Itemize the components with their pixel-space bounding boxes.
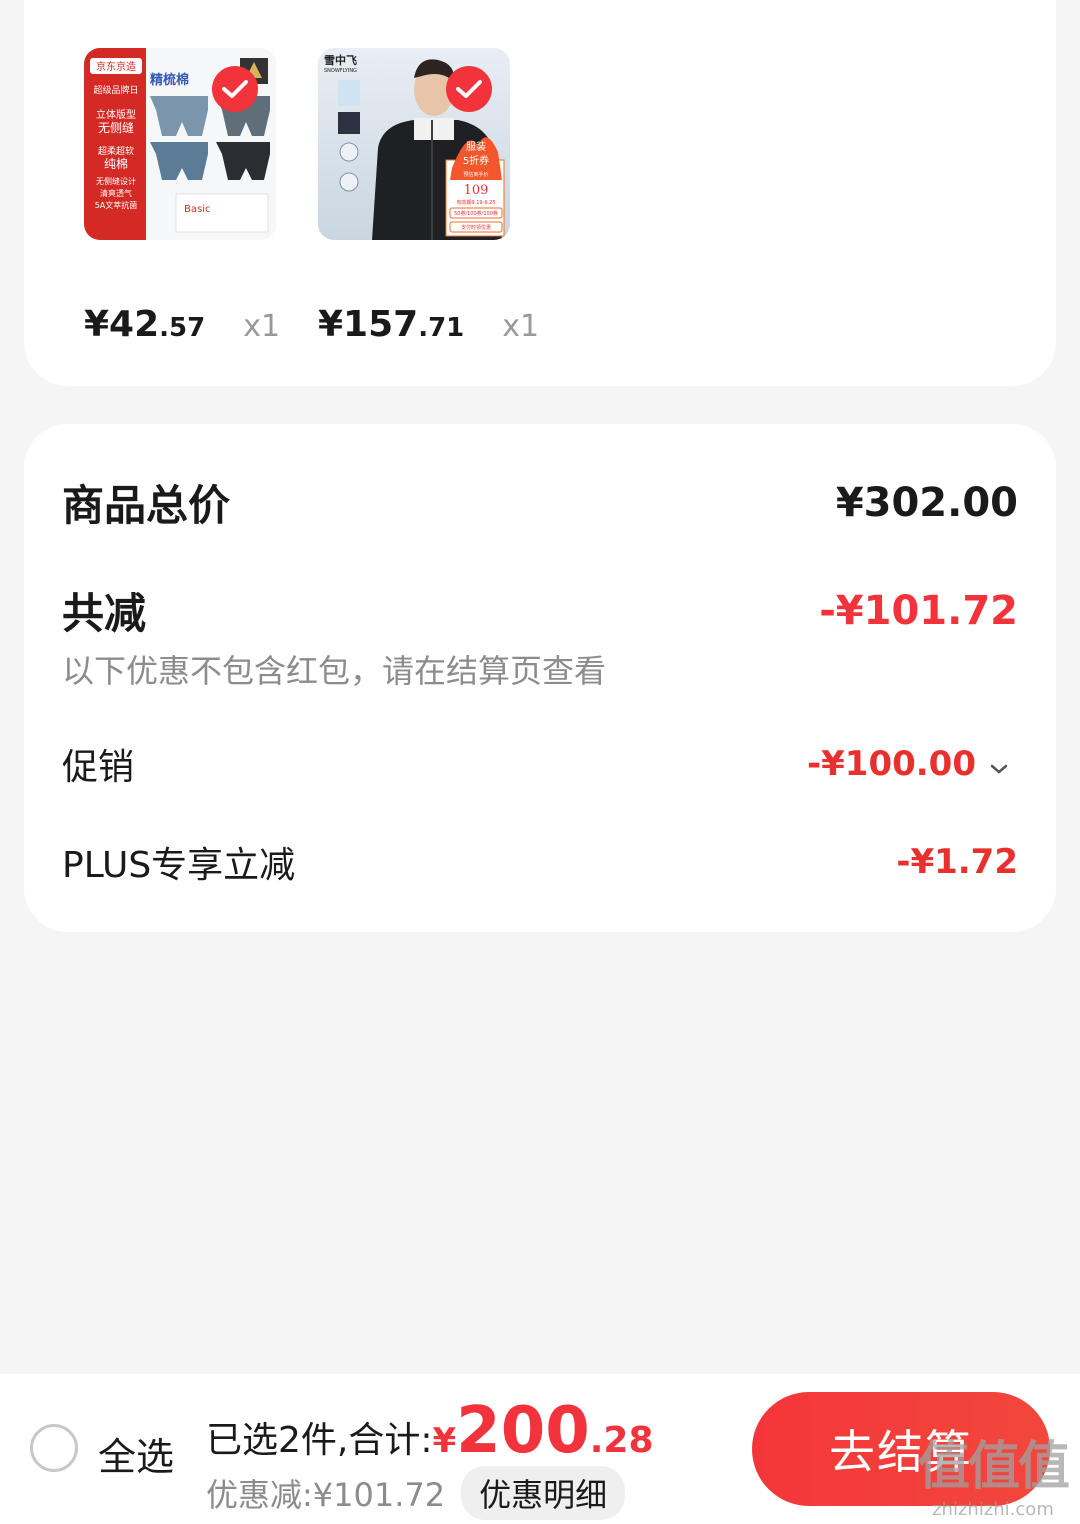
svg-text:精梳棉: 精梳棉 (150, 72, 189, 88)
product-price-integer: ¥157 (318, 304, 419, 345)
svg-text:超级品牌日: 超级品牌日 (93, 84, 138, 96)
svg-text:Basic: Basic (184, 204, 210, 215)
discount-line: 优惠减:¥101.72 优惠明细 (206, 1466, 626, 1520)
discount-amount: 优惠减:¥101.72 (206, 1476, 446, 1514)
product-quantity: x1 (243, 309, 281, 344)
svg-text:立体版型: 立体版型 (96, 108, 136, 121)
promotion-value: -¥100.00 (807, 744, 976, 784)
total-price-label: 商品总价 (62, 481, 231, 530)
select-all-label[interactable]: 全选 (98, 1426, 174, 1481)
svg-text:服装: 服装 (466, 140, 486, 153)
checkout-bar: 全选 已选2件,合计: ¥ 200 .28 优惠减:¥101.72 优惠明细 去… (0, 1374, 1080, 1524)
total-price-value: ¥302.00 (835, 479, 1018, 526)
svg-text:支付时领优惠: 支付时领优惠 (461, 224, 491, 231)
plus-discount-label: PLUS专享立减 (62, 845, 296, 886)
discount-note: 以下优惠不包含红包，请在结算页查看 (62, 652, 607, 690)
total-decimal: .28 (589, 1420, 654, 1461)
product-quantity: x1 (502, 309, 540, 344)
svg-text:50券/100券/100券: 50券/100券/100券 (454, 210, 498, 217)
total-discount-value: -¥101.72 (819, 587, 1018, 634)
svg-text:雪中飞: 雪中飞 (324, 53, 357, 67)
svg-text:5折券: 5折券 (463, 154, 489, 167)
svg-text:清爽透气: 清爽透气 (100, 188, 132, 198)
total-price-row: 商品总价 ¥302.00 (62, 472, 1018, 533)
product-item[interactable]: 雪中飞 SNOWFLYING 服装 5折券 预估到手价 109 有效期9.19-… (318, 48, 539, 345)
svg-text:预估到手价: 预估到手价 (463, 171, 488, 178)
price-summary-card: 商品总价 ¥302.00 共减 -¥101.72 以下优惠不包含红包，请在结算页… (24, 424, 1056, 932)
product-price-decimal: .71 (418, 313, 465, 343)
promotion-row[interactable]: 促销 -¥100.00 (62, 738, 1012, 790)
promotion-label: 促销 (62, 747, 135, 788)
total-line: 已选2件,合计: ¥ 200 .28 (206, 1394, 654, 1468)
plus-discount-value: -¥1.72 (896, 842, 1018, 882)
brand-text: 京东京造 (96, 60, 136, 73)
svg-text:无侧缝设计: 无侧缝设计 (96, 176, 136, 186)
selected-check-icon[interactable] (446, 66, 492, 112)
total-integer: 200 (456, 1394, 590, 1468)
svg-text:有效期9.19-9.25: 有效期9.19-9.25 (456, 199, 495, 206)
selected-products-card: 京东京造 超级品牌日 立体版型 无侧缝 超柔超软 纯棉 无侧缝设计 清爽透气 5… (24, 0, 1056, 386)
svg-text:SNOWFLYING: SNOWFLYING (324, 68, 357, 74)
svg-text:超柔超软: 超柔超软 (98, 145, 134, 157)
product-item[interactable]: 京东京造 超级品牌日 立体版型 无侧缝 超柔超软 纯棉 无侧缝设计 清爽透气 5… (84, 48, 280, 345)
watermark-logo: 值值值 zhizhizhi.com (917, 1424, 1070, 1520)
select-all-radio[interactable] (30, 1424, 78, 1472)
cart-page: 京东京造 超级品牌日 立体版型 无侧缝 超柔超软 纯棉 无侧缝设计 清爽透气 5… (0, 0, 1080, 1524)
svg-text:5A文萃抗菌: 5A文萃抗菌 (95, 200, 138, 210)
product-price-integer: ¥42 (84, 304, 160, 345)
total-discount-row: 共减 -¥101.72 (62, 580, 1018, 641)
promotion-value-wrap[interactable]: -¥100.00 (807, 744, 1012, 784)
chevron-down-icon[interactable] (986, 751, 1012, 777)
discount-detail-button[interactable]: 优惠明细 (461, 1466, 626, 1520)
watermark-text: 值值值 (917, 1437, 1070, 1497)
product-price-row: ¥42 .57 x1 (84, 304, 304, 345)
selected-count-label: 已选2件,合计: (206, 1420, 433, 1461)
product-price-row: ¥157 .71 x1 (318, 304, 540, 345)
selected-check-icon[interactable] (212, 66, 258, 112)
product-thumbnail[interactable]: 雪中飞 SNOWFLYING 服装 5折券 预估到手价 109 有效期9.19-… (318, 48, 510, 240)
svg-text:109: 109 (464, 183, 489, 198)
total-discount-label: 共减 (62, 589, 147, 638)
product-thumbnail[interactable]: 京东京造 超级品牌日 立体版型 无侧缝 超柔超软 纯棉 无侧缝设计 清爽透气 5… (84, 48, 276, 240)
plus-discount-row: PLUS专享立减 -¥1.72 (62, 836, 1018, 888)
watermark-url: zhizhizhi.com (932, 1499, 1054, 1520)
total-currency: ¥ (432, 1421, 457, 1461)
svg-text:无侧缝: 无侧缝 (98, 120, 134, 135)
product-price-decimal: .57 (159, 313, 206, 343)
svg-text:纯棉: 纯棉 (104, 157, 128, 171)
